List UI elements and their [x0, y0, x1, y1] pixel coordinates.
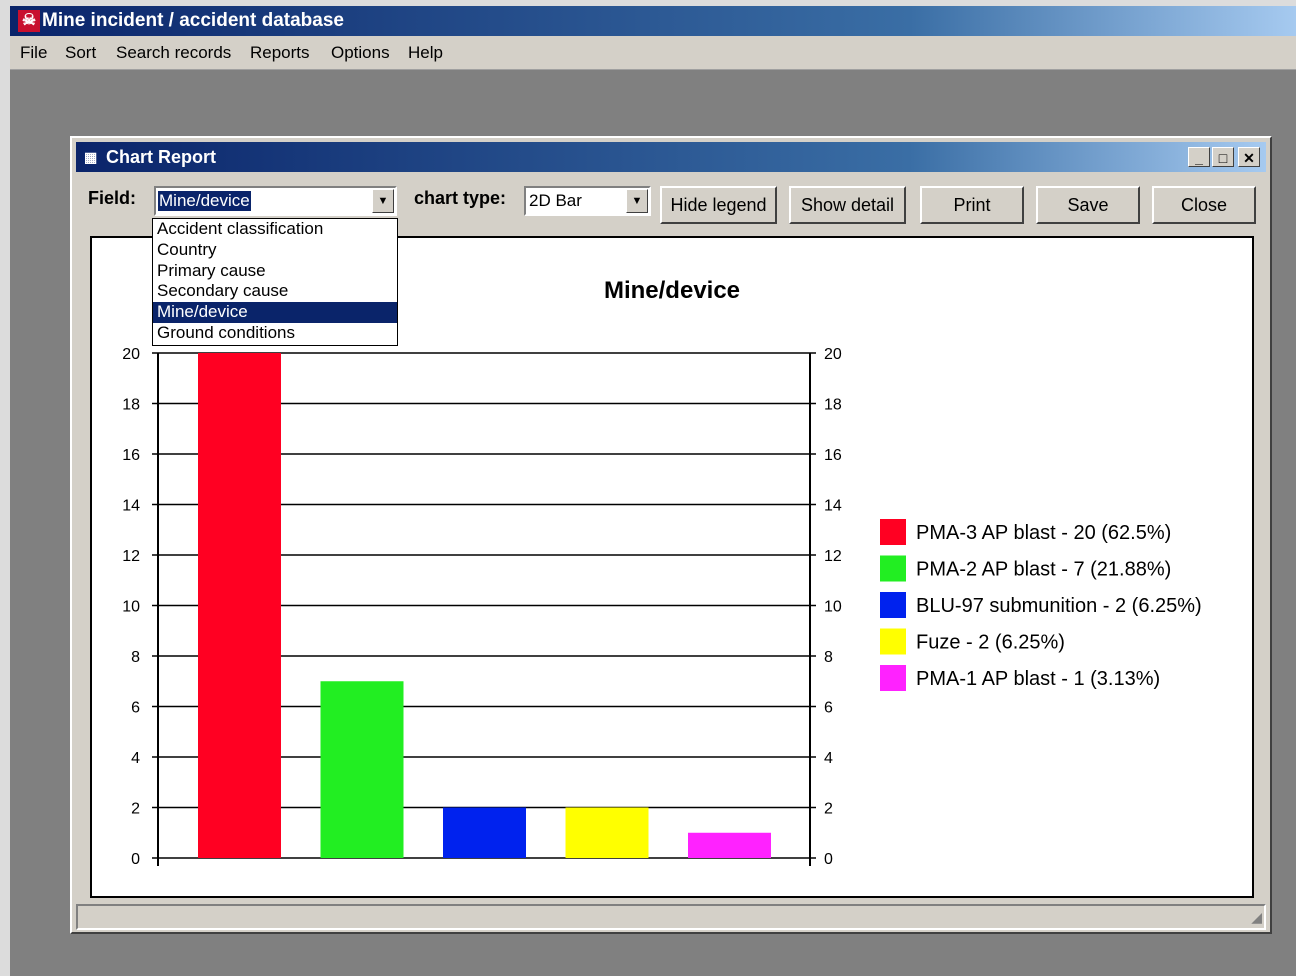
chart-report-dialog: ▦ Chart Report _ □ ✕ Field: Mine/device … [70, 136, 1272, 934]
dropdown-option[interactable]: Secondary cause [153, 281, 397, 302]
bar-pma-1-ap-blast [688, 832, 771, 858]
legend-swatch [880, 592, 906, 618]
resize-grip-icon[interactable]: ◢ [1251, 909, 1262, 926]
chart-report-icon: ▦ [84, 149, 98, 165]
bar-fuze [565, 807, 649, 858]
minimize-button[interactable]: _ [1188, 147, 1210, 167]
menu-help[interactable]: Help [406, 36, 445, 69]
chart-type-select[interactable]: 2D Bar ▼ [524, 186, 651, 216]
legend-entry: Fuze - 2 (6.25%) [916, 632, 1065, 654]
y-tick-label-left: 8 [131, 649, 140, 666]
legend-entry: PMA-1 AP blast - 1 (3.13%) [916, 668, 1160, 690]
field-select[interactable]: Mine/device ▼ [154, 186, 397, 216]
legend-swatch [880, 555, 906, 582]
y-tick-label-left: 2 [131, 801, 140, 818]
y-tick-label-right: 20 [824, 346, 842, 363]
field-select-value: Mine/device [158, 191, 251, 211]
chart-type-label: chart type: [414, 188, 507, 208]
y-tick-label-right: 2 [824, 801, 833, 818]
legend-swatch [880, 519, 906, 545]
legend-entry: PMA-3 AP blast - 20 (62.5%) [916, 522, 1171, 544]
y-tick-label-left: 0 [131, 851, 140, 868]
y-tick-label-left: 10 [122, 599, 140, 616]
dropdown-option[interactable]: Primary cause [153, 261, 397, 282]
chart-type-value: 2D Bar [529, 191, 582, 210]
y-tick-label-right: 16 [824, 447, 842, 464]
menu-file[interactable]: File [18, 36, 49, 69]
menu-reports[interactable]: Reports [248, 36, 312, 69]
y-tick-label-right: 4 [824, 750, 833, 767]
menubar: File Sort Search records Reports Options… [10, 36, 1296, 70]
app-titlebar: ☠ Mine incident / accident database [10, 6, 1296, 36]
save-button[interactable]: Save [1036, 186, 1140, 224]
bar-pma-3-ap-blast [198, 353, 281, 858]
legend-entry: PMA-2 AP blast - 7 (21.88%) [916, 559, 1171, 581]
chevron-down-icon[interactable]: ▼ [372, 189, 394, 213]
y-tick-label-right: 12 [824, 548, 842, 565]
close-window-button[interactable]: ✕ [1238, 147, 1260, 167]
dropdown-option[interactable]: Country [153, 240, 397, 261]
y-tick-label-left: 6 [131, 700, 140, 717]
menu-search-records[interactable]: Search records [114, 36, 233, 69]
dialog-title: Chart Report [106, 147, 217, 167]
field-dropdown-list[interactable]: Accident classification Country Primary … [152, 218, 398, 346]
y-tick-label-left: 14 [122, 498, 140, 515]
menu-options[interactable]: Options [329, 36, 392, 69]
y-tick-label-left: 18 [122, 397, 140, 414]
y-tick-label-right: 18 [824, 397, 842, 414]
skull-crossbones-icon: ☠ [18, 10, 40, 32]
menu-sort[interactable]: Sort [63, 36, 98, 69]
bar-pma-2-ap-blast [320, 681, 404, 858]
y-tick-label-right: 8 [824, 649, 833, 666]
legend-entry: BLU-97 submunition - 2 (6.25%) [916, 595, 1202, 617]
status-bar: ◢ [76, 904, 1266, 930]
legend-swatch [880, 665, 906, 691]
maximize-button[interactable]: □ [1212, 147, 1234, 167]
y-tick-label-right: 14 [824, 498, 842, 515]
y-tick-label-left: 16 [122, 447, 140, 464]
y-tick-label-left: 12 [122, 548, 140, 565]
dropdown-option[interactable]: Accident classification [153, 219, 397, 240]
dropdown-option-selected[interactable]: Mine/device [153, 302, 397, 323]
dialog-titlebar[interactable]: ▦ Chart Report _ □ ✕ [76, 142, 1266, 172]
print-button[interactable]: Print [920, 186, 1024, 224]
dropdown-option[interactable]: Ground conditions [153, 323, 397, 344]
y-tick-label-right: 6 [824, 700, 833, 717]
y-tick-label-right: 10 [824, 599, 842, 616]
y-tick-label-right: 0 [824, 851, 833, 868]
bar-blu-97-submunition [443, 807, 526, 858]
hide-legend-button[interactable]: Hide legend [660, 186, 777, 224]
app-title: Mine incident / accident database [42, 10, 344, 31]
chevron-down-icon[interactable]: ▼ [626, 189, 648, 213]
y-tick-label-left: 4 [131, 750, 140, 767]
field-label: Field: [88, 188, 136, 208]
y-tick-label-left: 20 [122, 346, 140, 363]
show-detail-button[interactable]: Show detail [789, 186, 906, 224]
chart-title: Mine/device [604, 277, 740, 304]
legend-swatch [880, 628, 906, 655]
close-button[interactable]: Close [1152, 186, 1256, 224]
